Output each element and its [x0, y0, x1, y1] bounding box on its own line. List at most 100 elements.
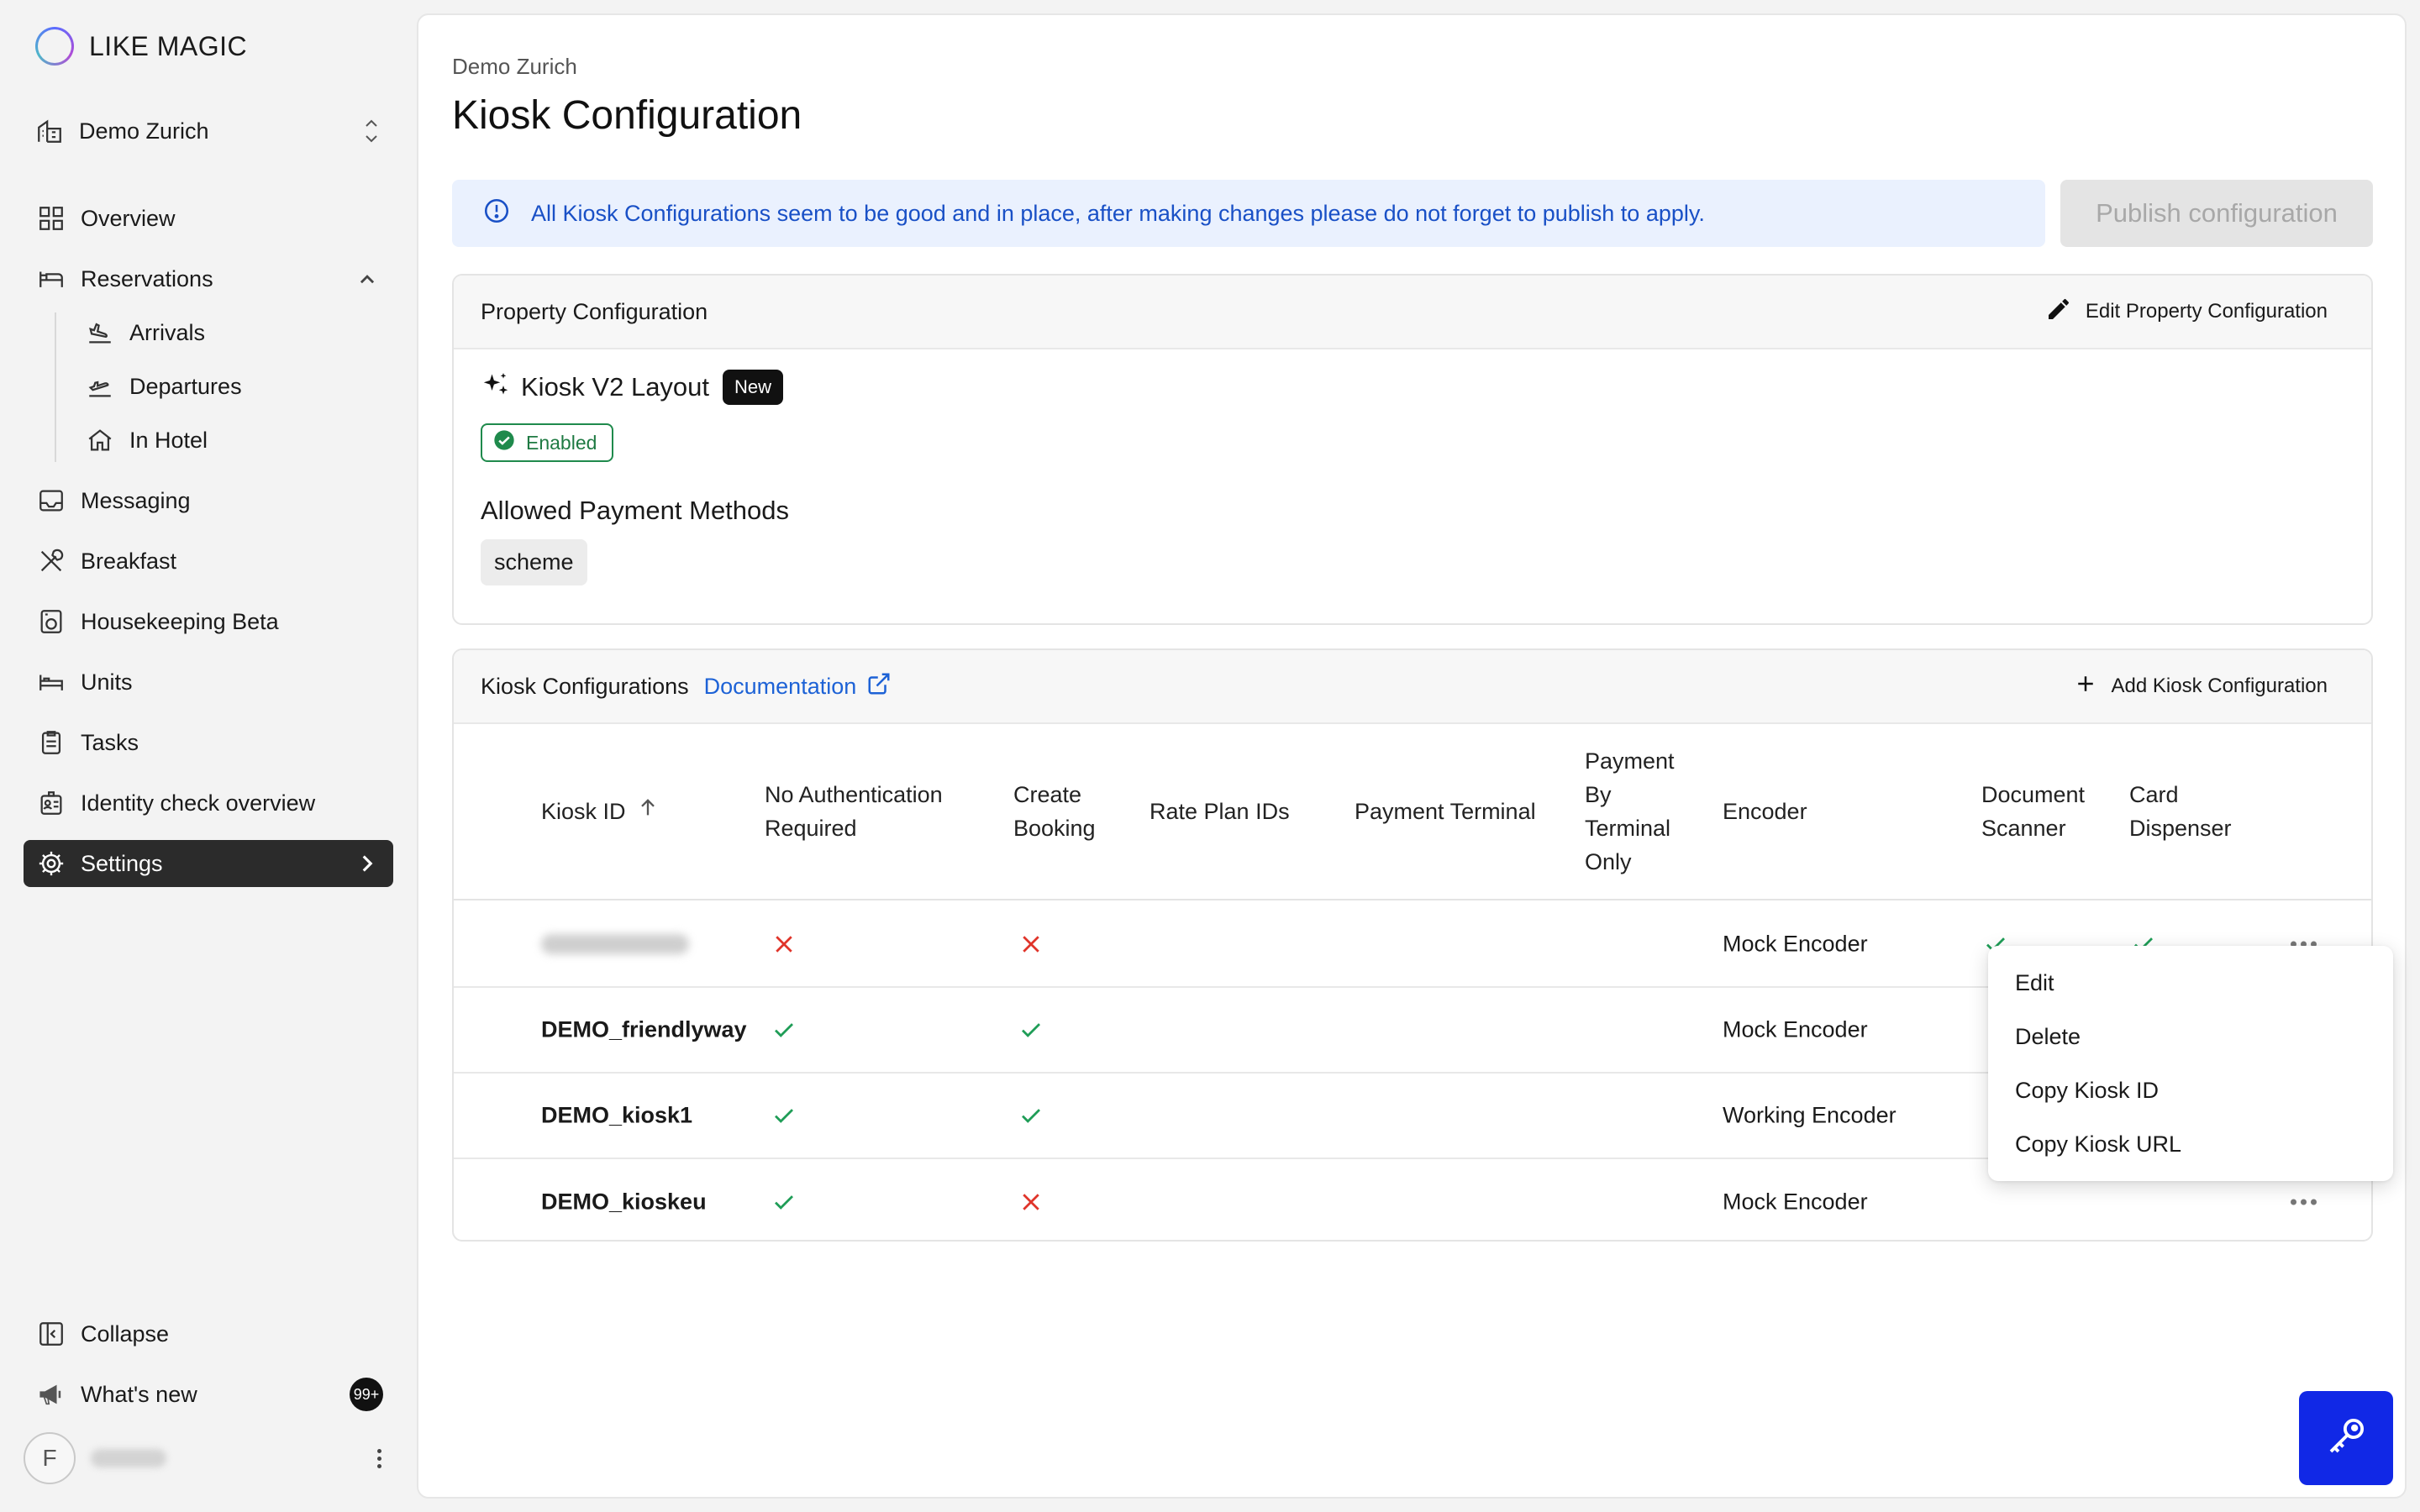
sort-ascending-icon [636, 795, 660, 828]
pencil-icon [2045, 296, 2072, 328]
kiosk-layout-title: Kiosk V2 Layout [521, 372, 710, 402]
building-icon [35, 117, 64, 145]
edit-property-configuration-button[interactable]: Edit Property Configuration [2045, 296, 2328, 328]
check-icon [771, 1103, 797, 1128]
kiosk-id: DEMO_kiosk1 [541, 1102, 693, 1128]
menu-item-copy-kiosk-url[interactable]: Copy Kiosk URL [1988, 1117, 2393, 1171]
sidebar-item-departures[interactable]: Departures [72, 363, 392, 410]
submenu-guide-line [55, 312, 56, 462]
edit-property-configuration-label: Edit Property Configuration [2085, 300, 2328, 323]
menu-item-edit[interactable]: Edit [1988, 956, 2393, 1010]
column-card-dispenser: Card Dispenser [2129, 782, 2232, 841]
menu-item-copy-kiosk-id[interactable]: Copy Kiosk ID [1988, 1063, 2393, 1117]
plane-takeoff-icon [86, 372, 114, 401]
sidebar: LIKE MAGIC Demo Zurich Overview Reservat… [0, 0, 417, 1512]
sidebar-item-reservations[interactable]: Reservations [24, 255, 393, 302]
key-icon [2323, 1414, 2369, 1463]
sidebar-item-label: Reservations [81, 265, 213, 291]
menu-item-delete[interactable]: Delete [1988, 1010, 2393, 1063]
column-no-authentication: No Authentication Required [765, 782, 943, 841]
column-payment-by-terminal-only: Payment By Terminal Only [1585, 748, 1675, 874]
sidebar-item-overview[interactable]: Overview [24, 195, 393, 242]
x-icon [771, 932, 797, 957]
check-icon [1018, 1103, 1044, 1128]
property-switcher[interactable]: Demo Zurich [35, 111, 380, 151]
clipboard-icon [37, 728, 66, 757]
property-configuration-header: Property Configuration Edit Property Con… [454, 276, 2371, 349]
avatar: F [24, 1432, 76, 1484]
documentation-label: Documentation [703, 673, 857, 699]
logo[interactable]: LIKE MAGIC [35, 27, 247, 66]
sidebar-item-identity-check[interactable]: Identity check overview [24, 780, 393, 827]
sidebar-item-label: Arrivals [129, 319, 206, 345]
allowed-payment-methods-title: Allowed Payment Methods [481, 496, 790, 525]
sparkles-icon [481, 370, 511, 405]
whats-new-button[interactable]: What's new 99+ [24, 1371, 393, 1418]
documentation-link[interactable]: Documentation [704, 671, 892, 702]
x-icon [1018, 1189, 1044, 1215]
more-vertical-icon[interactable] [377, 1448, 381, 1468]
column-kiosk-id[interactable]: Kiosk ID [541, 795, 660, 828]
id-card-icon [37, 789, 66, 817]
external-link-icon [866, 671, 892, 702]
column-encoder: Encoder [1723, 799, 1807, 824]
kiosk-configurations-header: Kiosk Configurations Documentation Add K… [454, 650, 2371, 724]
collapse-label: Collapse [81, 1320, 170, 1347]
info-banner: All Kiosk Configurations seem to be good… [452, 180, 2045, 247]
column-label: Kiosk ID [541, 799, 626, 824]
property-configuration-title: Property Configuration [481, 298, 708, 324]
inbox-icon [37, 486, 66, 515]
sidebar-item-units[interactable]: Units [24, 659, 393, 706]
encoder-value: Working Encoder [1723, 1102, 1897, 1128]
sidebar-item-settings[interactable]: Settings [24, 840, 393, 887]
x-icon [1018, 932, 1044, 957]
logo-ring-icon [35, 27, 74, 66]
sidebar-item-label: Messaging [81, 487, 191, 513]
check-icon [1018, 1017, 1044, 1042]
column-payment-terminal: Payment Terminal [1355, 799, 1536, 824]
home-icon [86, 426, 114, 454]
utensils-icon [37, 547, 66, 575]
property-configuration-card: Property Configuration Edit Property Con… [452, 274, 2373, 625]
sidebar-item-in-hotel[interactable]: In Hotel [72, 417, 392, 464]
check-icon [771, 1189, 797, 1215]
add-kiosk-configuration-button[interactable]: Add Kiosk Configuration [2073, 671, 2328, 702]
key-fab-button[interactable] [2299, 1391, 2393, 1485]
breadcrumb[interactable]: Demo Zurich [452, 54, 577, 80]
column-rate-plan-ids: Rate Plan IDs [1150, 799, 1290, 824]
collapse-button[interactable]: Collapse [24, 1310, 393, 1357]
info-icon [482, 197, 511, 231]
sidebar-item-label: Units [81, 669, 133, 695]
user-menu[interactable]: F [24, 1431, 393, 1485]
encoder-value: Mock Encoder [1723, 931, 1868, 957]
publish-configuration-button[interactable]: Publish configuration [2060, 180, 2373, 247]
sidebar-item-label: In Hotel [129, 427, 208, 453]
status-text: Enabled [526, 431, 597, 454]
washing-machine-icon [37, 607, 66, 636]
kiosk-configurations-title: Kiosk Configurations [481, 673, 689, 699]
row-actions-menu: Edit Delete Copy Kiosk ID Copy Kiosk URL [1988, 946, 2393, 1181]
plus-icon [2073, 671, 2098, 702]
kiosk-layout-row: Kiosk V2 Layout New [481, 370, 784, 405]
user-name-redacted [91, 1449, 166, 1467]
sidebar-item-label: Departures [129, 373, 242, 399]
sidebar-item-label: Housekeeping Beta [81, 608, 279, 634]
sidebar-item-housekeeping[interactable]: Housekeeping Beta [24, 598, 393, 645]
sidebar-item-label: Tasks [81, 729, 139, 755]
table-header: Kiosk ID No Authentication Required Crea… [454, 724, 2371, 900]
kiosk-id: DEMO_kioskeu [541, 1189, 707, 1215]
chevron-up-icon [353, 265, 381, 293]
main-panel: Demo Zurich Kiosk Configuration All Kios… [417, 13, 2407, 1499]
gear-icon [37, 849, 66, 878]
page-title: Kiosk Configuration [452, 93, 802, 138]
sidebar-item-tasks[interactable]: Tasks [24, 719, 393, 766]
row-more-icon[interactable] [2291, 1199, 2317, 1205]
sidebar-item-breakfast[interactable]: Breakfast [24, 538, 393, 585]
sidebar-item-arrivals[interactable]: Arrivals [72, 309, 392, 356]
sidebar-item-messaging[interactable]: Messaging [24, 477, 393, 524]
bed-single-icon [37, 668, 66, 696]
sidebar-item-label: Breakfast [81, 548, 177, 574]
property-name: Demo Zurich [79, 118, 209, 144]
encoder-value: Mock Encoder [1723, 1016, 1868, 1042]
plane-landing-icon [86, 318, 114, 347]
